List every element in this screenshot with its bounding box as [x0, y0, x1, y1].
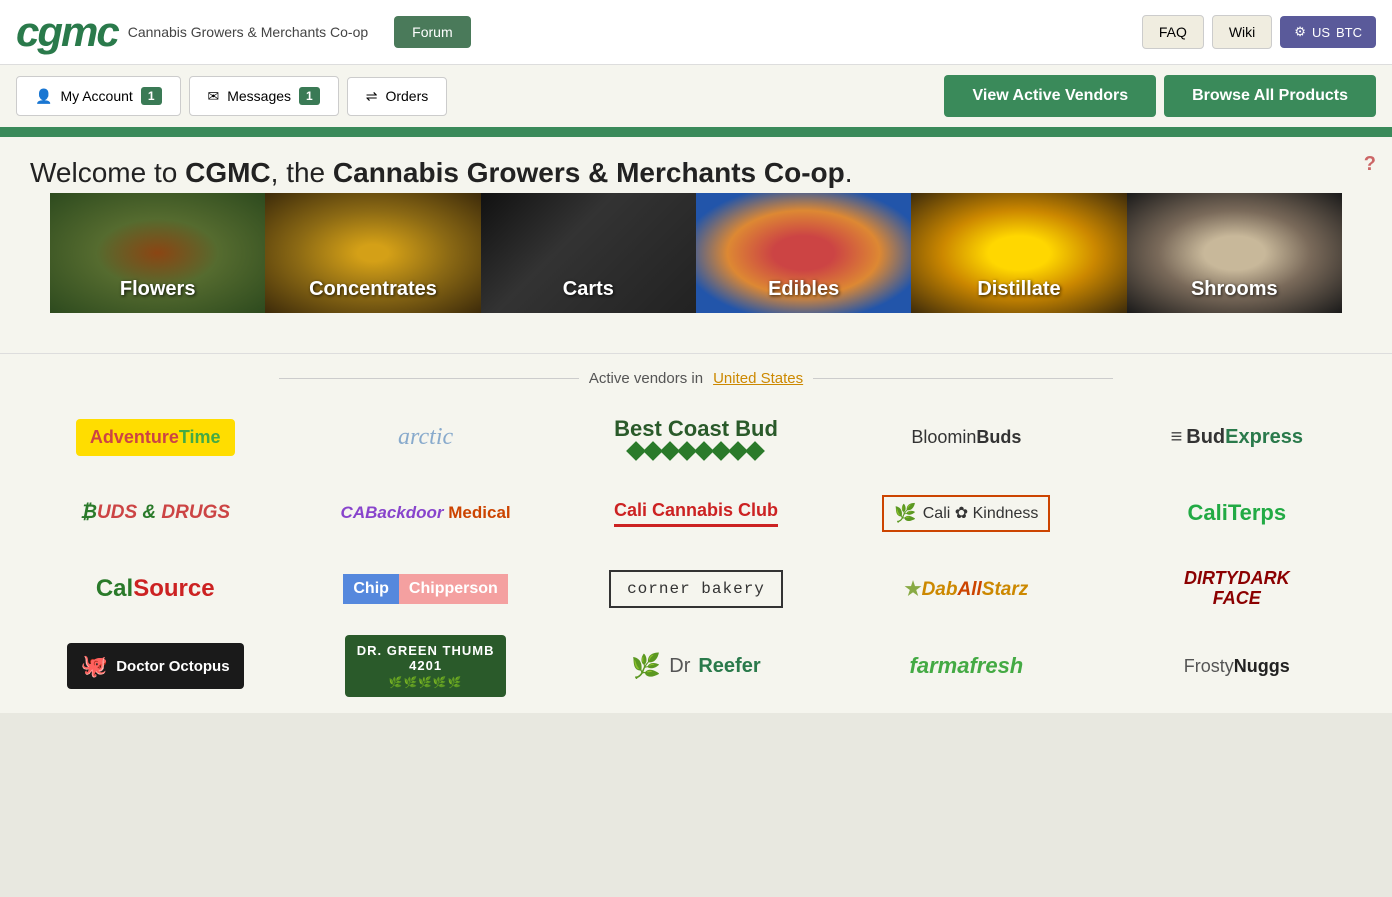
category-grid: Flowers Concentrates Carts Edibles Disti…	[50, 193, 1342, 313]
chip-chipperson-logo: ChipChipperson	[343, 574, 507, 604]
green-stripe	[0, 129, 1392, 137]
bcb-diamonds	[614, 444, 778, 458]
dg-plant-icons: 🌿🌿🌿🌿🌿	[357, 676, 495, 689]
gear-icon: ⚙	[1294, 24, 1306, 40]
vendor-frosty-nuggs[interactable]: FrostyNuggs	[1112, 636, 1362, 696]
vendor-grid: AdventureTime arctic Best Coast Bud	[30, 407, 1362, 697]
doctor-octopus-logo: 🐙 Doctor Octopus	[67, 643, 244, 689]
vendor-dab-all-starz[interactable]: ★DabAllStarz	[841, 559, 1091, 619]
bud-express-logo: ≡BudExpress	[1171, 426, 1303, 449]
buds-drugs-logo: ₿UDS & DRUGS	[80, 502, 230, 524]
category-concentrates[interactable]: Concentrates	[265, 193, 480, 313]
welcome-section: Welcome to CGMC, the Cannabis Growers & …	[0, 137, 1392, 353]
vendors-header: Active vendors in United States	[30, 370, 1362, 387]
vendor-adventure-time[interactable]: AdventureTime	[30, 407, 280, 467]
caliterps-logo: CaliTerps	[1187, 500, 1286, 526]
mail-icon: ✉	[208, 88, 220, 105]
category-distillate[interactable]: Distillate	[911, 193, 1126, 313]
cali-kindness-logo: 🌿 Cali ✿ Kindness	[882, 495, 1050, 532]
cannabis-icon: 🌿	[631, 652, 661, 681]
forum-button[interactable]: Forum	[394, 16, 470, 48]
currency-label: BTC	[1336, 25, 1362, 40]
vendor-corner-bakery[interactable]: corner bakery	[571, 559, 821, 619]
cali-kindness-icon: 🌿	[894, 503, 916, 524]
vendor-doctor-octopus[interactable]: 🐙 Doctor Octopus	[30, 636, 280, 696]
best-coast-bud-logo: Best Coast Bud	[614, 416, 778, 458]
header-right: FAQ Wiki ⚙ US BTC	[1142, 15, 1376, 49]
my-account-badge: 1	[141, 87, 162, 105]
bloomin-buds-logo: BloominBuds	[911, 427, 1021, 448]
adventure-time-logo: AdventureTime	[76, 419, 235, 456]
vendor-buds-drugs[interactable]: ₿UDS & DRUGS	[30, 483, 280, 543]
vendor-arctic[interactable]: arctic	[300, 407, 550, 467]
cal-source-logo: CalSource	[96, 575, 215, 603]
user-icon: 👤	[35, 88, 52, 105]
site-logo[interactable]: cgmc	[16, 8, 118, 56]
top-header: cgmc Cannabis Growers & Merchants Co-op …	[0, 0, 1392, 65]
region-label: US	[1312, 25, 1330, 40]
nav-right-buttons: View Active Vendors Browse All Products	[944, 75, 1376, 117]
category-carts[interactable]: Carts	[481, 193, 696, 313]
logo-area: cgmc Cannabis Growers & Merchants Co-op …	[16, 8, 471, 56]
dab-all-starz-logo: ★DabAllStarz	[905, 578, 1029, 601]
faq-button[interactable]: FAQ	[1142, 15, 1204, 49]
vendor-chip-chipperson[interactable]: ChipChipperson	[300, 559, 550, 619]
wiki-button[interactable]: Wiki	[1212, 15, 1272, 49]
vendor-dr-reefer[interactable]: 🌿 DrReefer	[571, 636, 821, 696]
welcome-heading: Welcome to CGMC, the Cannabis Growers & …	[30, 157, 1362, 189]
vendor-cali-kindness[interactable]: 🌿 Cali ✿ Kindness	[841, 483, 1091, 543]
category-shrooms[interactable]: Shrooms	[1127, 193, 1342, 313]
cali-cannabis-logo: Cali Cannabis Club	[614, 500, 778, 527]
dr-reefer-logo: 🌿 DrReefer	[631, 652, 760, 681]
vendors-section: Active vendors in United States Adventur…	[0, 353, 1392, 713]
frosty-nuggs-logo: FrostyNuggs	[1184, 656, 1290, 677]
vendor-dr-green-thumb[interactable]: DR. GREEN THUMB4201 🌿🌿🌿🌿🌿	[300, 635, 550, 697]
orders-icon: ⇌	[366, 88, 378, 105]
my-account-button[interactable]: 👤 My Account 1	[16, 76, 181, 116]
vendor-best-coast-bud[interactable]: Best Coast Bud	[571, 407, 821, 467]
category-flowers[interactable]: Flowers	[50, 193, 265, 313]
arctic-logo: arctic	[398, 424, 453, 451]
adventure-time-adv: Adventure	[90, 427, 179, 447]
vendors-location-link[interactable]: United States	[713, 370, 803, 387]
messages-badge: 1	[299, 87, 320, 105]
vendor-dirty-dark-face[interactable]: DIRTYDARKFACE	[1112, 559, 1362, 619]
vendors-header-prefix: Active vendors in	[589, 370, 703, 387]
settings-area[interactable]: ⚙ US BTC	[1280, 16, 1376, 48]
site-subtitle: Cannabis Growers & Merchants Co-op	[128, 24, 368, 40]
vendor-bud-express[interactable]: ≡BudExpress	[1112, 407, 1362, 467]
messages-button[interactable]: ✉ Messages 1	[189, 76, 339, 116]
my-account-label: My Account	[60, 88, 132, 104]
octopus-icon: 🐙	[81, 653, 108, 679]
bcb-text: Best Coast Bud	[614, 416, 778, 442]
help-icon[interactable]: ?	[1364, 153, 1376, 176]
bcb-diamond	[746, 441, 766, 461]
orders-label: Orders	[385, 88, 428, 104]
dirty-dark-face-logo: DIRTYDARKFACE	[1184, 569, 1290, 609]
browse-all-products-button[interactable]: Browse All Products	[1164, 75, 1376, 117]
category-edibles[interactable]: Edibles	[696, 193, 911, 313]
vendor-cali-cannabis[interactable]: Cali Cannabis Club	[571, 483, 821, 543]
farmafresh-logo: farmafresh	[910, 653, 1024, 679]
vendor-caliterps[interactable]: CaliTerps	[1112, 483, 1362, 543]
vendor-farmafresh[interactable]: farmafresh	[841, 636, 1091, 696]
page-bottom	[0, 713, 1392, 733]
ca-backdoor-logo: CABackdoor Medical	[341, 503, 511, 523]
vendor-cal-source[interactable]: CalSource	[30, 559, 280, 619]
vendor-bloomin-buds[interactable]: BloominBuds	[841, 407, 1091, 467]
messages-label: Messages	[227, 88, 291, 104]
view-active-vendors-button[interactable]: View Active Vendors	[944, 75, 1156, 117]
corner-bakery-logo: corner bakery	[609, 570, 783, 608]
orders-button[interactable]: ⇌ Orders	[347, 77, 448, 116]
dr-green-thumb-logo: DR. GREEN THUMB4201 🌿🌿🌿🌿🌿	[345, 635, 507, 697]
nav-bar: 👤 My Account 1 ✉ Messages 1 ⇌ Orders Vie…	[0, 65, 1392, 129]
cc-underline	[614, 524, 778, 527]
vendor-ca-backdoor[interactable]: CABackdoor Medical	[300, 483, 550, 543]
adventure-time-time: Time	[179, 427, 221, 447]
